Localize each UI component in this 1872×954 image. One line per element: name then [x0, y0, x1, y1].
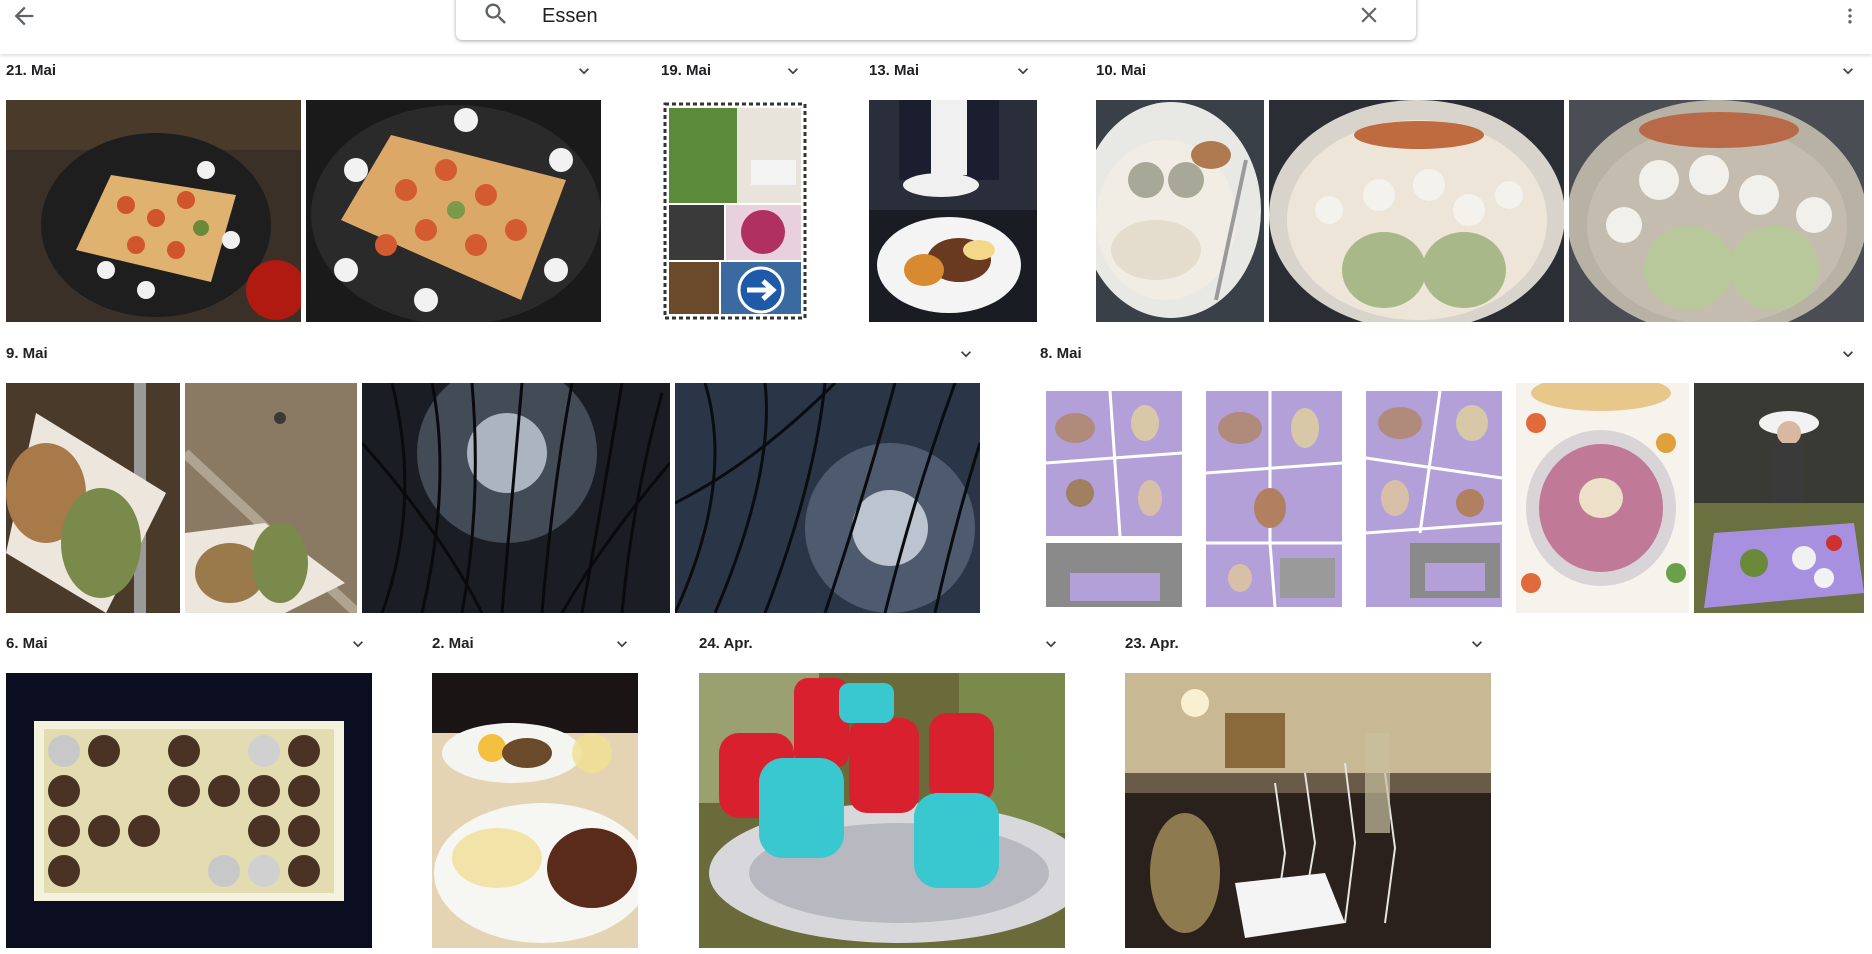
date-group-header: 13. Mai	[869, 57, 1033, 85]
date-group-header: 2. Mai	[432, 630, 632, 658]
photo-thumbnail[interactable]	[1694, 383, 1864, 613]
date-group-header: 10. Mai	[1096, 57, 1858, 85]
search-box[interactable]	[456, 0, 1416, 40]
photo-thumbnail[interactable]	[1200, 383, 1346, 613]
chevron-down-icon[interactable]	[956, 344, 976, 364]
date-group-header: 24. Apr.	[699, 630, 1061, 658]
date-group-header: 9. Mai	[6, 340, 976, 368]
date-group-header: 23. Apr.	[1125, 630, 1487, 658]
photo-thumbnail[interactable]	[1516, 383, 1689, 613]
photo-thumbnail[interactable]	[869, 100, 1037, 322]
back-arrow-icon[interactable]	[10, 2, 38, 30]
date-label: 8. Mai	[1040, 345, 1082, 362]
photo-thumbnail[interactable]	[1569, 100, 1864, 322]
photo-thumbnail[interactable]	[661, 100, 809, 322]
date-group-header: 19. Mai	[661, 57, 803, 85]
chevron-down-icon[interactable]	[574, 61, 594, 81]
date-label: 9. Mai	[6, 345, 48, 362]
date-label: 19. Mai	[661, 62, 712, 79]
more-vert-icon[interactable]	[1840, 2, 1860, 30]
photo-thumbnail[interactable]	[1096, 100, 1264, 322]
photo-thumbnail[interactable]	[432, 673, 638, 948]
photo-thumbnail[interactable]	[6, 383, 180, 613]
photo-thumbnail[interactable]	[6, 100, 301, 322]
date-label: 13. Mai	[869, 62, 920, 79]
chevron-down-icon[interactable]	[1041, 634, 1061, 654]
chevron-down-icon[interactable]	[612, 634, 632, 654]
date-label: 6. Mai	[6, 635, 48, 652]
photo-thumbnail[interactable]	[362, 383, 670, 613]
date-label: 10. Mai	[1096, 62, 1147, 79]
photo-thumbnail[interactable]	[675, 383, 980, 613]
date-group-header: 6. Mai	[6, 630, 368, 658]
photo-thumbnail[interactable]	[306, 100, 601, 322]
date-label: 23. Apr.	[1125, 635, 1179, 652]
photo-thumbnail[interactable]	[699, 673, 1065, 948]
date-label: 21. Mai	[6, 62, 57, 79]
photo-thumbnail[interactable]	[1040, 383, 1186, 613]
photo-thumbnail[interactable]	[1269, 100, 1564, 322]
date-group-header: 8. Mai	[1040, 340, 1858, 368]
chevron-down-icon[interactable]	[1013, 61, 1033, 81]
close-icon[interactable]	[1356, 2, 1382, 28]
search-input[interactable]	[540, 0, 1304, 32]
photo-thumbnail[interactable]	[6, 673, 372, 948]
photo-thumbnail[interactable]	[185, 383, 357, 613]
photo-thumbnail[interactable]	[1125, 673, 1491, 948]
chevron-down-icon[interactable]	[1467, 634, 1487, 654]
date-group-header: 21. Mai	[6, 57, 594, 85]
chevron-down-icon[interactable]	[1838, 344, 1858, 364]
photo-thumbnail[interactable]	[1360, 383, 1506, 613]
chevron-down-icon[interactable]	[783, 61, 803, 81]
chevron-down-icon[interactable]	[1838, 61, 1858, 81]
chevron-down-icon[interactable]	[348, 634, 368, 654]
date-label: 24. Apr.	[699, 635, 753, 652]
top-bar	[0, 0, 1872, 54]
date-label: 2. Mai	[432, 635, 474, 652]
search-icon[interactable]	[482, 0, 510, 28]
